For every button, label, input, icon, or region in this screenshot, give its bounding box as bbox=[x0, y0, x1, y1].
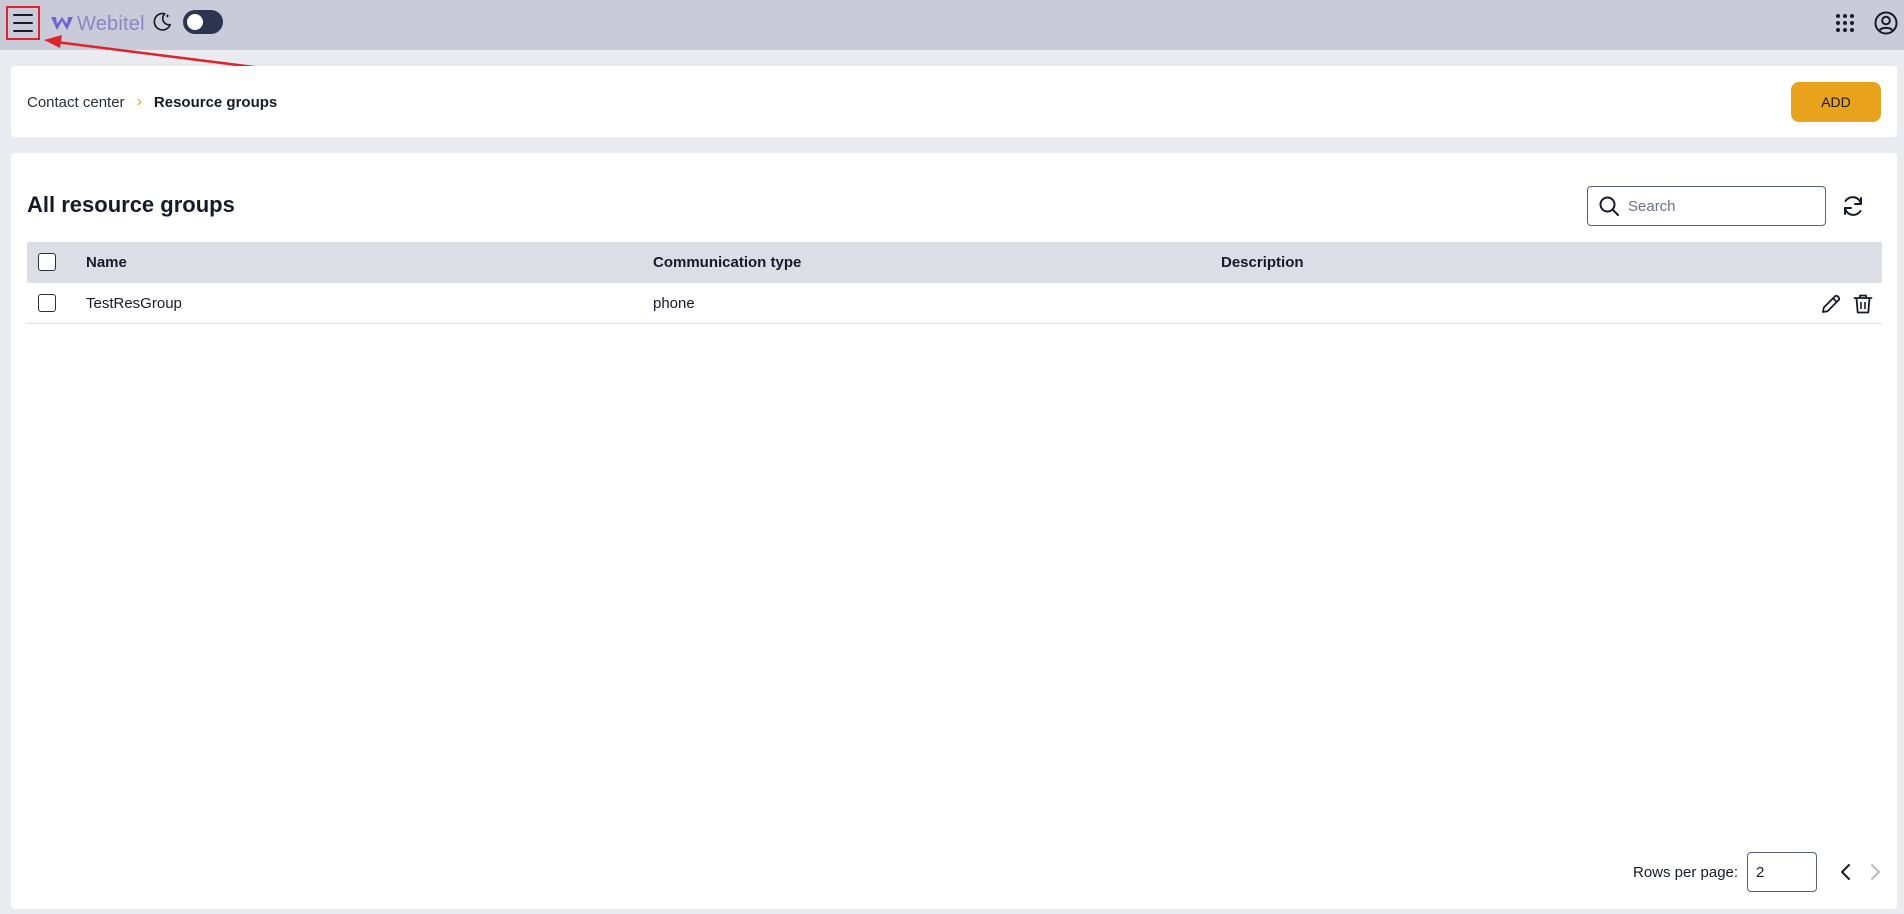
row-communication-type: phone bbox=[653, 295, 695, 312]
app-logo[interactable]: Webitel bbox=[50, 11, 145, 37]
rows-per-page-input[interactable] bbox=[1747, 852, 1817, 892]
column-header-communication-type[interactable]: Communication type bbox=[653, 254, 801, 271]
row-name[interactable]: TestResGroup bbox=[86, 295, 182, 312]
table-row: TestResGroup phone bbox=[27, 283, 1882, 324]
add-button[interactable]: ADD bbox=[1791, 82, 1881, 122]
search-icon bbox=[1599, 196, 1619, 216]
delete-icon[interactable] bbox=[1851, 292, 1875, 316]
menu-icon[interactable] bbox=[6, 6, 40, 40]
account-icon[interactable] bbox=[1873, 10, 1899, 36]
search-box[interactable] bbox=[1587, 186, 1826, 226]
logo-text: Webitel bbox=[77, 12, 145, 35]
apps-grid-icon[interactable] bbox=[1834, 12, 1856, 34]
search-input[interactable] bbox=[1628, 197, 1808, 215]
chevron-left-icon[interactable] bbox=[1835, 861, 1857, 883]
main-card: All resource groups Name Communication t… bbox=[11, 153, 1897, 909]
chevron-right-icon[interactable] bbox=[1864, 861, 1886, 883]
breadcrumb-current: Resource groups bbox=[153, 93, 278, 111]
toggle-knob bbox=[187, 14, 203, 30]
row-checkbox[interactable] bbox=[38, 294, 56, 312]
top-bar: Webitel bbox=[0, 0, 1904, 50]
breadcrumb: Contact center › Resource groups bbox=[27, 93, 277, 111]
moon-icon bbox=[153, 12, 172, 31]
header-card: Contact center › Resource groups ADD bbox=[11, 66, 1897, 137]
rows-per-page-label: Rows per page: bbox=[1633, 864, 1739, 881]
webitel-logo-icon bbox=[51, 17, 73, 30]
breadcrumb-contact-center[interactable]: Contact center bbox=[27, 94, 125, 111]
theme-toggle[interactable] bbox=[183, 10, 223, 34]
breadcrumb-separator: › bbox=[136, 93, 142, 110]
table-header: Name Communication type Description bbox=[27, 242, 1882, 283]
refresh-icon[interactable] bbox=[1840, 193, 1866, 219]
column-header-description[interactable]: Description bbox=[1221, 254, 1304, 271]
edit-icon[interactable] bbox=[1819, 292, 1843, 316]
select-all-checkbox[interactable] bbox=[38, 253, 56, 271]
page-title: All resource groups bbox=[27, 192, 235, 217]
column-header-name[interactable]: Name bbox=[86, 254, 127, 271]
